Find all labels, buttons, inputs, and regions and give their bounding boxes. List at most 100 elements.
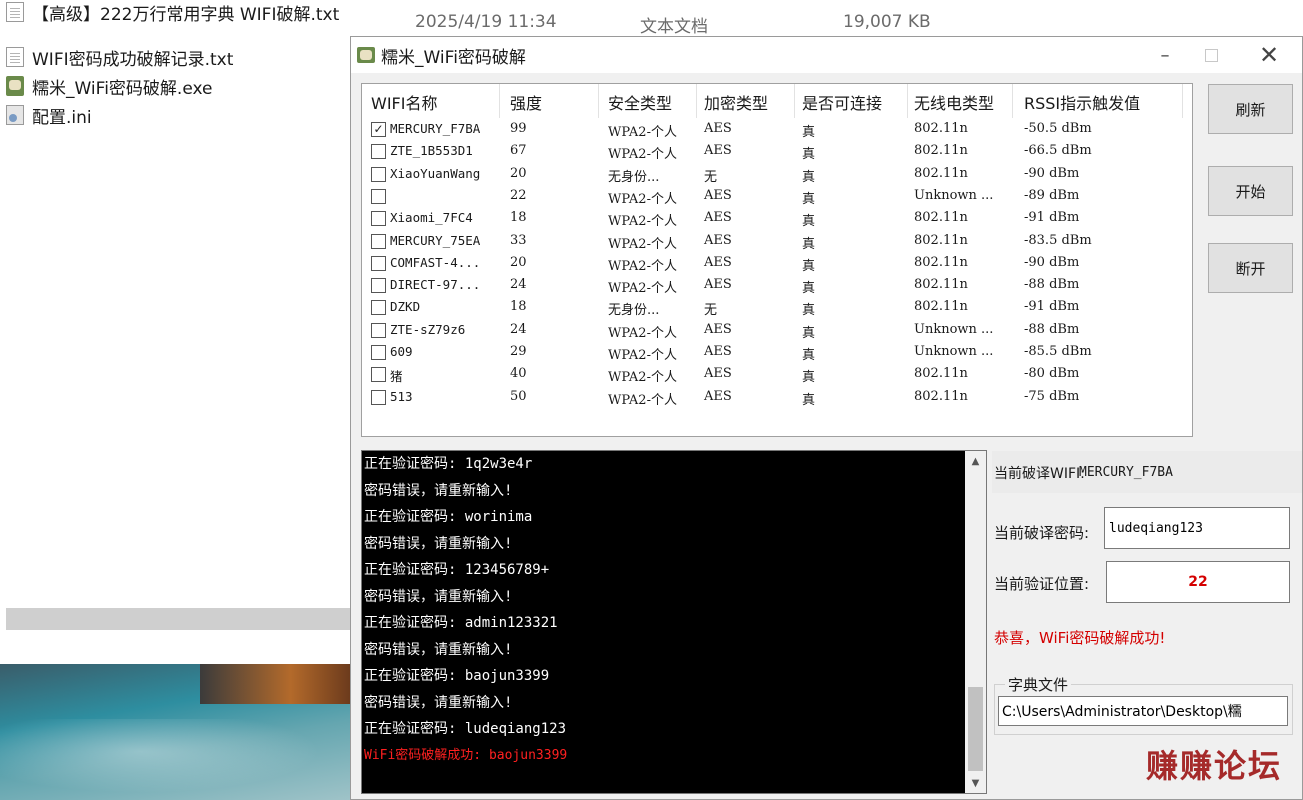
wifi-cell-security: WPA2-个人 xyxy=(608,258,677,274)
wifi-cell-radio: Unknown ... xyxy=(914,344,994,359)
current-password-field[interactable]: ludeqiang123 xyxy=(1104,507,1290,549)
column-header-strength[interactable]: 强度 xyxy=(510,90,542,114)
wifi-cell-encryption: AES xyxy=(704,210,732,226)
wifi-checkbox[interactable] xyxy=(371,300,386,316)
wifi-cell-security: WPA2-个人 xyxy=(608,191,677,207)
scroll-up-icon[interactable]: ▲ xyxy=(965,451,986,471)
scroll-thumb[interactable] xyxy=(968,687,983,771)
wifi-row[interactable]: ✓ MERCURY_F7BA 99 WPA2-个人 AES 真 802.11n -50.5 d… xyxy=(362,120,1192,142)
wifi-cell-connectable: 真 xyxy=(802,325,816,341)
maximize-button[interactable] xyxy=(1188,37,1234,73)
wifi-row[interactable]: 22 WPA2-个人 AES 真 Unknown ... -89 dBm xyxy=(362,187,1192,209)
wifi-cell-ssid: DIRECT-97... xyxy=(390,277,481,293)
position-field[interactable]: 22 xyxy=(1106,561,1290,603)
wifi-checkbox[interactable] xyxy=(371,255,386,271)
refresh-button[interactable]: 刷新 xyxy=(1208,84,1293,134)
wifi-row[interactable]: Xiaomi_7FC4 18 WPA2-个人 AES 真 802.11n -91 dBm xyxy=(362,209,1192,231)
wifi-checkbox[interactable] xyxy=(371,345,386,360)
column-header-encryption[interactable]: 加密类型 xyxy=(704,90,768,114)
dictionary-file-group: 字典文件 C:\Users\Administrator\Desktop\糯 xyxy=(994,674,1293,735)
console-scrollbar[interactable]: ▲ ▼ xyxy=(965,451,986,793)
wifi-cell-rssi: -89 dBm xyxy=(1024,187,1080,203)
wifi-list[interactable]: WIFI名称 强度 安全类型 加密类型 是否可连接 无线电类型 RSSI指示触发… xyxy=(361,83,1193,437)
dictionary-path-field[interactable]: C:\Users\Administrator\Desktop\糯 xyxy=(998,696,1288,726)
wifi-checkbox[interactable] xyxy=(371,144,386,160)
log-line: 正在验证密码: 1q2w3e4r xyxy=(364,456,533,472)
wifi-checkbox[interactable] xyxy=(371,188,386,204)
minimize-button[interactable]: – xyxy=(1142,37,1188,73)
wifi-cell-ssid: ZTE-sZ79z6 xyxy=(390,321,466,337)
wifi-cell-connectable: 真 xyxy=(802,236,816,252)
column-header-connectable[interactable]: 是否可连接 xyxy=(802,90,882,114)
wifi-cell-strength: 29 xyxy=(510,344,527,359)
column-header-security[interactable]: 安全类型 xyxy=(608,90,672,114)
wifi-row[interactable]: COMFAST-4... 20 WPA2-个人 AES 真 802.11n -90 dBm xyxy=(362,254,1192,276)
log-line: 正在验证密码: worinima xyxy=(364,509,533,525)
wifi-cell-rssi: -83.5 dBm xyxy=(1024,232,1092,248)
wifi-checkbox[interactable] xyxy=(371,211,386,227)
column-header-radio[interactable]: 无线电类型 xyxy=(914,90,994,114)
wifi-cell-security: WPA2-个人 xyxy=(608,348,677,363)
column-header-ssid[interactable]: WIFI名称 xyxy=(371,90,437,114)
file-item[interactable]: 【高级】222万行常用字典 WIFI破解.txt xyxy=(6,0,339,25)
wifi-cell-ssid: COMFAST-4... xyxy=(390,254,481,270)
wifi-cell-connectable: 真 xyxy=(802,147,816,163)
wifi-row[interactable]: DIRECT-97... 24 WPA2-个人 AES 真 802.11n -88 dBm xyxy=(362,276,1192,298)
wifi-cell-rssi: -80 dBm xyxy=(1024,366,1080,382)
wifi-cell-strength: 18 xyxy=(510,299,527,315)
wifi-cell-encryption: AES xyxy=(704,143,732,159)
wifi-row[interactable]: 猪 40 WPA2-个人 AES 真 802.11n -80 dBm xyxy=(362,365,1192,387)
wifi-cell-strength: 20 xyxy=(510,254,527,270)
wifi-cell-ssid: MERCURY_F7BA xyxy=(390,121,481,136)
wifi-checkbox[interactable] xyxy=(371,367,386,383)
horizontal-scrollbar[interactable] xyxy=(6,608,351,630)
disconnect-button[interactable]: 断开 xyxy=(1208,243,1293,293)
wifi-row[interactable]: ZTE_1B553D1 67 WPA2-个人 AES 真 802.11n -66.5 dBm xyxy=(362,142,1192,164)
wifi-cell-strength: 18 xyxy=(510,210,527,226)
wifi-checkbox[interactable] xyxy=(371,389,386,405)
wifi-cell-rssi: -90 dBm xyxy=(1024,165,1080,181)
wifi-cell-security: WPA2-个人 xyxy=(608,236,677,252)
wifi-cell-radio: 802.11n xyxy=(914,121,968,136)
wifi-cell-security: WPA2-个人 xyxy=(608,281,677,297)
wifi-cell-rssi: -88 dBm xyxy=(1024,321,1080,337)
wifi-cell-rssi: -88 dBm xyxy=(1024,277,1080,293)
wifi-checkbox[interactable] xyxy=(371,166,386,182)
wifi-cell-rssi: -90 dBm xyxy=(1024,254,1080,270)
wifi-cell-strength: 50 xyxy=(510,388,527,404)
wifi-cell-connectable: 真 xyxy=(802,348,816,363)
wifi-cell-security: 无身份... xyxy=(608,169,660,185)
log-line: WiFi密码破解成功: baojun3399 xyxy=(364,747,568,763)
close-icon: ✕ xyxy=(1258,41,1280,69)
wifi-checkbox[interactable] xyxy=(371,322,386,338)
wifi-row[interactable]: 513 50 WPA2-个人 AES 真 802.11n -75 dBm xyxy=(362,388,1192,410)
column-header-rssi[interactable]: RSSI指示触发值 xyxy=(1024,90,1140,114)
log-line: 密码错误，请重新输入! xyxy=(364,694,513,711)
file-item[interactable]: 配置.ini xyxy=(6,103,92,128)
wifi-row[interactable]: MERCURY_75EA 33 WPA2-个人 AES 真 802.11n -83.5 dB… xyxy=(362,232,1192,254)
wifi-cell-ssid: ZTE_1B553D1 xyxy=(390,143,473,159)
wifi-row[interactable]: DZKD 18 无身份... 无 真 802.11n -91 dBm xyxy=(362,298,1192,320)
wifi-checkbox[interactable] xyxy=(371,233,386,249)
file-item[interactable]: 糯米_WiFi密码破解.exe xyxy=(6,74,212,99)
wifi-cell-encryption: AES xyxy=(704,366,732,382)
wifi-cell-ssid: Xiaomi_7FC4 xyxy=(390,210,473,226)
file-item[interactable]: WIFI密码成功破解记录.txt xyxy=(6,45,233,70)
wifi-row[interactable]: ZTE-sZ79z6 24 WPA2-个人 AES 真 Unknown ... -88 dB… xyxy=(362,321,1192,343)
exe-icon xyxy=(6,76,24,96)
title-bar[interactable]: 糯米_WiFi密码破解 – ✕ xyxy=(351,37,1302,73)
wifi-cell-security: 无身份... xyxy=(608,303,660,319)
wifi-cell-radio: 802.11n xyxy=(914,165,968,181)
start-button[interactable]: 开始 xyxy=(1208,166,1293,216)
wifi-cell-encryption: AES xyxy=(704,344,732,359)
wifi-cell-ssid: MERCURY_75EA xyxy=(390,232,481,248)
log-console[interactable]: 正在验证密码: 1q2w3e4r 密码错误，请重新输入! 正在验证密码: worin… xyxy=(361,450,987,794)
wifi-row[interactable]: XiaoYuanWang 20 无身份... 无 真 802.11n -90 dBm xyxy=(362,165,1192,187)
wifi-checkbox[interactable]: ✓ xyxy=(371,122,386,137)
wifi-cracker-window: 糯米_WiFi密码破解 – ✕ WIFI名称 强度 安全类型 加密类型 是否可连… xyxy=(350,36,1303,800)
scroll-down-icon[interactable]: ▼ xyxy=(965,773,986,793)
wifi-checkbox[interactable] xyxy=(371,278,386,294)
wifi-cell-ssid: 609 xyxy=(390,344,413,359)
close-button[interactable]: ✕ xyxy=(1246,37,1292,73)
wifi-row[interactable]: 609 29 WPA2-个人 AES 真 Unknown ... -85.5 dBm xyxy=(362,343,1192,365)
